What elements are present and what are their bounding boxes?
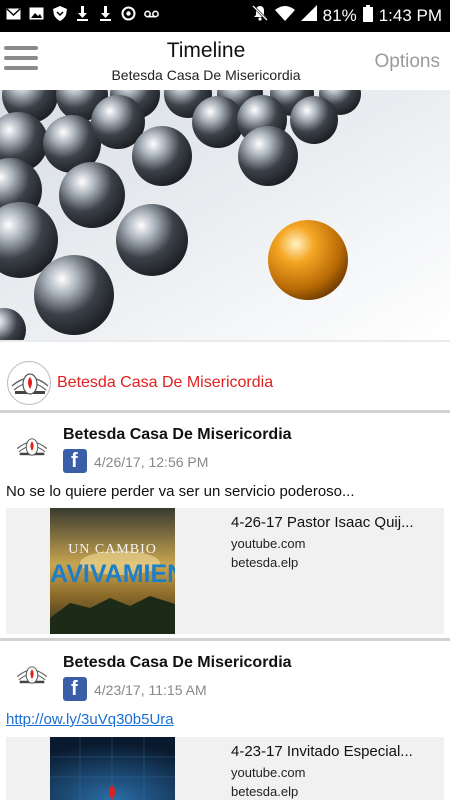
download-icon-2	[98, 6, 113, 21]
author-logo-icon	[14, 657, 50, 693]
download-icon	[75, 6, 90, 21]
post-author: Betesda Casa De Misericordia	[63, 654, 292, 671]
status-bar: 81% 1:43 PM	[0, 0, 450, 32]
timeline-post[interactable]: Betesda Casa De Misericordia f 4/23/17, …	[0, 641, 450, 800]
cover-image	[0, 90, 450, 340]
post-text: No se lo quiere perder va ser un servici…	[6, 483, 355, 500]
video-thumbnail	[50, 737, 175, 800]
clock: 1:43 PM	[378, 5, 442, 25]
wifi-icon	[274, 5, 295, 26]
app-header: Timeline Betesda Casa De Misericordia Op…	[0, 32, 450, 90]
facebook-icon: f	[63, 677, 87, 701]
thumbnail-caption-top: UN CAMBIO	[68, 542, 157, 557]
card-host: youtube.com	[231, 765, 306, 780]
post-date: 4/26/17, 12:56 PM	[94, 454, 209, 470]
facebook-icon: f	[63, 449, 87, 473]
card-title[interactable]: 4-26-17 Pastor Isaac Quij...	[231, 514, 441, 531]
timeline-post[interactable]: Betesda Casa De Misericordia f 4/26/17, …	[0, 413, 450, 638]
sync-icon	[121, 6, 136, 21]
shield-icon	[52, 6, 67, 21]
post-author: Betesda Casa De Misericordia	[63, 426, 292, 443]
link-card[interactable]: UN CAMBIO AVIVAMIENTO 4-26-17 Pastor Isa…	[6, 508, 444, 634]
channel-name[interactable]: Betesda Casa De Misericordia	[57, 374, 273, 392]
card-host: youtube.com	[231, 536, 306, 551]
signal-icon	[300, 5, 317, 26]
mail-icon	[6, 6, 21, 21]
divider	[0, 340, 450, 342]
system-indicators: 81% 1:43 PM	[251, 4, 442, 27]
card-title[interactable]: 4-23-17 Invitado Especial...	[231, 743, 441, 760]
options-button[interactable]: Options	[375, 51, 440, 73]
thumbnail-caption-bottom: AVIVAMIENTO	[50, 560, 175, 588]
page-title: Timeline	[166, 39, 246, 62]
post-link[interactable]: http://ow.ly/3uVq30b5Ura	[6, 711, 174, 728]
notification-icons	[6, 6, 159, 21]
channel-row[interactable]: Betesda Casa De Misericordia	[0, 358, 450, 410]
page-subtitle: Betesda Casa De Misericordia	[111, 67, 301, 83]
author-logo-icon	[14, 429, 50, 465]
voicemail-icon	[144, 6, 159, 21]
card-user: betesda.elp	[231, 784, 299, 799]
church-logo-icon	[7, 361, 51, 405]
link-card[interactable]: 4-23-17 Invitado Especial... youtube.com…	[6, 737, 444, 800]
mute-icon	[251, 4, 269, 27]
battery-icon	[362, 4, 373, 27]
battery-percent: 81%	[322, 5, 357, 25]
image-icon	[29, 6, 44, 21]
card-user: betesda.elp	[231, 555, 299, 570]
post-date: 4/23/17, 11:15 AM	[94, 682, 207, 698]
